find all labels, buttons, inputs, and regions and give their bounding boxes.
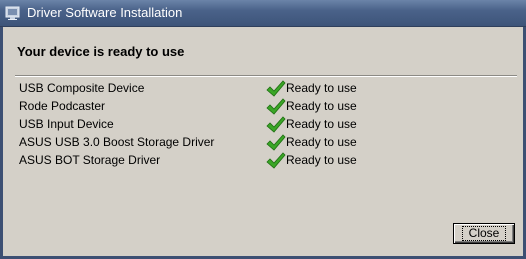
device-name: ASUS USB 3.0 Boost Storage Driver: [19, 135, 215, 149]
list-item: USB Input Device Ready to use: [19, 116, 509, 134]
green-check-icon: [266, 134, 286, 152]
list-item: ASUS BOT Storage Driver Ready to use: [19, 152, 509, 170]
list-item: USB Composite Device Ready to use: [19, 80, 509, 98]
green-check-icon: [266, 116, 286, 134]
window-title: Driver Software Installation: [27, 5, 183, 20]
device-name: Rode Podcaster: [19, 99, 106, 113]
device-status: Ready to use: [286, 117, 357, 131]
divider: [15, 75, 517, 77]
dialog-body: Your device is ready to use USB Composit…: [3, 27, 523, 256]
list-item: Rode Podcaster Ready to use: [19, 98, 509, 116]
device-name: USB Input Device: [19, 117, 114, 131]
driver-install-window: Driver Software Installation Your device…: [0, 0, 526, 259]
device-status: Ready to use: [286, 135, 357, 149]
title-bar[interactable]: Driver Software Installation: [0, 0, 526, 27]
status-heading: Your device is ready to use: [17, 44, 185, 59]
device-name: USB Composite Device: [19, 81, 145, 95]
green-check-icon: [266, 98, 286, 116]
green-check-icon: [266, 80, 286, 98]
green-check-icon: [266, 152, 286, 170]
device-status: Ready to use: [286, 81, 357, 95]
driver-install-icon: [5, 5, 21, 21]
device-status: Ready to use: [286, 153, 357, 167]
close-button-label: Close: [461, 226, 507, 241]
device-name: ASUS BOT Storage Driver: [19, 153, 161, 167]
device-list: USB Composite Device Ready to use Rode P…: [19, 80, 509, 170]
list-item: ASUS USB 3.0 Boost Storage Driver Ready …: [19, 134, 509, 152]
close-button[interactable]: Close: [453, 223, 515, 244]
device-status: Ready to use: [286, 99, 357, 113]
